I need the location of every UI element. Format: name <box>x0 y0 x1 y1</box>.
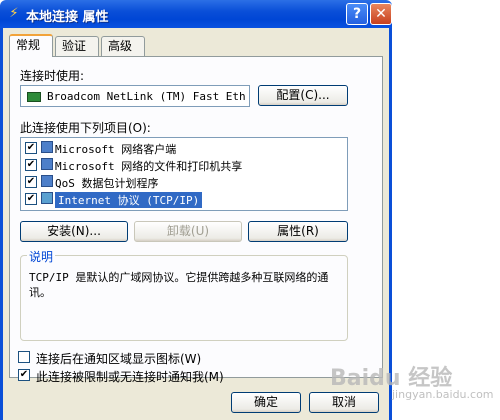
uninstall-button[interactable]: 卸载(U) <box>134 221 242 242</box>
close-button[interactable]: ✕ <box>370 3 392 25</box>
items-label: 此连接使用下列项目(O): <box>20 121 151 135</box>
list-item-selected[interactable]: ✔ Internet 协议 (TCP/IP) <box>25 191 339 208</box>
list-item[interactable]: ✔ QoS 数据包计划程序 <box>25 174 339 190</box>
watermark-url: jingyan.baidu.com <box>392 388 494 401</box>
qos-icon <box>41 175 53 187</box>
window-title: 本地连接 属性 <box>26 10 109 25</box>
protocol-icon <box>41 192 53 204</box>
list-item-label: Microsoft 网络客户端 <box>55 143 177 156</box>
description-title: 说明 <box>27 248 56 265</box>
notify-limited-checkbox[interactable]: ✔ <box>18 369 30 381</box>
network-connection-icon: ⚡ <box>9 6 19 21</box>
title-bar: ⚡ 本地连接 属性 ? ✕ <box>0 0 392 28</box>
tab-advanced[interactable]: 高级 <box>101 36 145 56</box>
list-item-label: Microsoft 网络的文件和打印机共享 <box>55 160 243 173</box>
tab-general[interactable]: 常规 <box>9 34 53 57</box>
configure-button[interactable]: 配置(C)... <box>258 85 348 106</box>
install-button[interactable]: 安装(N)... <box>20 221 128 242</box>
item-checkbox[interactable]: ✔ <box>25 176 37 188</box>
network-adapter-icon <box>27 92 41 102</box>
components-list[interactable]: ✔ Microsoft 网络客户端 ✔ Microsoft 网络的文件和打印机共… <box>20 137 348 211</box>
list-item[interactable]: ✔ Microsoft 网络客户端 <box>25 140 339 156</box>
show-icon-checkbox[interactable] <box>18 351 30 363</box>
connect-using-label: 连接时使用: <box>20 69 85 83</box>
notify-limited-label: 此连接被限制或无连接时通知我(M) <box>36 370 224 384</box>
adapter-field: Broadcom NetLink (TM) Fast Eth <box>20 85 250 107</box>
network-client-icon <box>41 141 53 153</box>
tab-authentication[interactable]: 验证 <box>55 36 99 56</box>
show-icon-label: 连接后在通知区域显示图标(W) <box>36 352 202 366</box>
list-item[interactable]: ✔ Microsoft 网络的文件和打印机共享 <box>25 157 339 173</box>
list-item-label: Internet 协议 (TCP/IP) <box>55 192 203 208</box>
item-checkbox[interactable]: ✔ <box>25 142 37 154</box>
general-panel: 连接时使用: Broadcom NetLink (TM) Fast Eth 配置… <box>9 56 383 384</box>
item-checkbox[interactable]: ✔ <box>25 193 37 205</box>
description-text: TCP/IP 是默认的广域网协议。它提供跨越多种互联网络的通讯。 <box>29 271 329 299</box>
properties-button[interactable]: 属性(R) <box>248 221 348 242</box>
adapter-name: Broadcom NetLink (TM) Fast Eth <box>47 90 246 103</box>
ok-button[interactable]: 确定 <box>231 392 301 413</box>
help-button[interactable]: ? <box>346 3 368 25</box>
description-group: 说明 TCP/IP 是默认的广域网协议。它提供跨越多种互联网络的通讯。 <box>20 248 348 341</box>
file-printer-share-icon <box>41 158 53 170</box>
item-checkbox[interactable]: ✔ <box>25 159 37 171</box>
list-item-label: QoS 数据包计划程序 <box>55 177 159 190</box>
